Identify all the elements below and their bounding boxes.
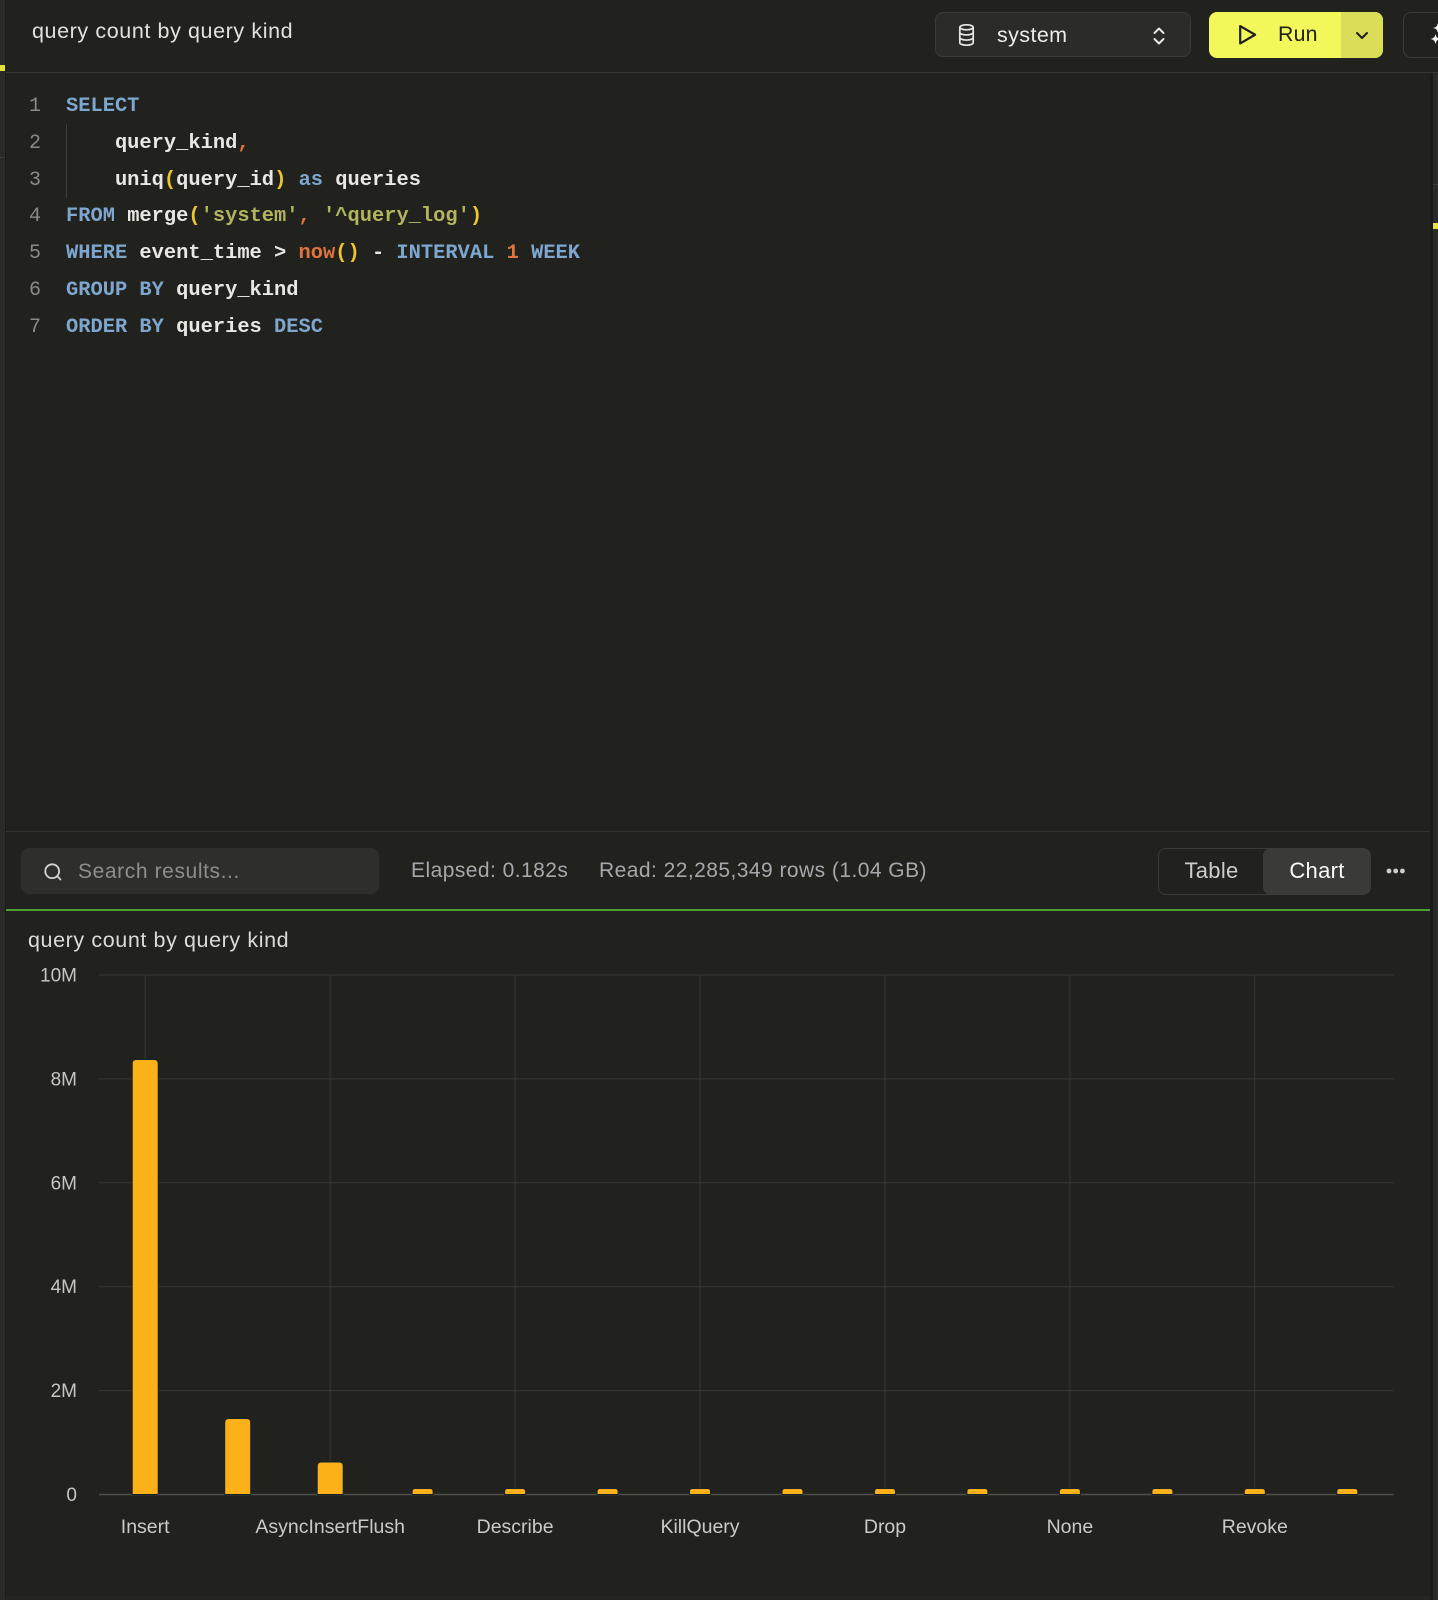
- svg-text:8M: 8M: [51, 1069, 77, 1090]
- svg-text:AsyncInsertFlush: AsyncInsertFlush: [255, 1516, 405, 1538]
- svg-text:Insert: Insert: [121, 1516, 170, 1538]
- svg-text:KillQuery: KillQuery: [660, 1516, 739, 1538]
- svg-text:None: None: [1047, 1516, 1094, 1538]
- svg-text:Drop: Drop: [864, 1516, 906, 1538]
- svg-text:Describe: Describe: [477, 1516, 554, 1538]
- svg-text:Revoke: Revoke: [1222, 1516, 1288, 1538]
- svg-text:2M: 2M: [51, 1381, 77, 1402]
- svg-text:0: 0: [66, 1485, 77, 1506]
- svg-text:6M: 6M: [51, 1173, 77, 1194]
- svg-text:10M: 10M: [40, 966, 77, 987]
- svg-text:4M: 4M: [51, 1277, 77, 1298]
